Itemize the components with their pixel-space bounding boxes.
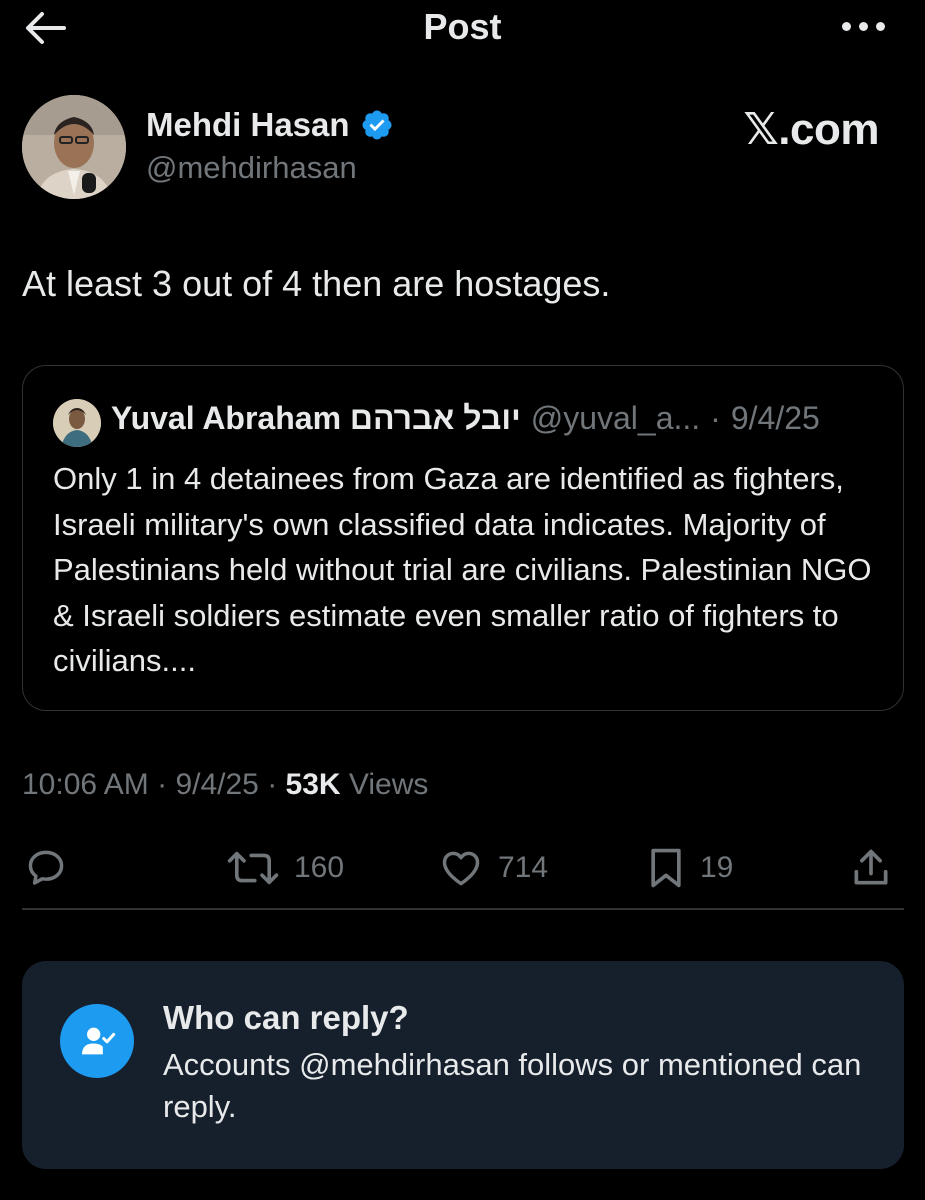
person-check-glyph <box>82 1027 116 1055</box>
post-meta: 10:06 AM · 9/4/25 · 53K Views <box>22 768 428 802</box>
watermark: 𝕏.com <box>743 105 879 154</box>
page-title: Post <box>423 6 502 47</box>
more-dot <box>859 22 868 31</box>
like-count: 714 <box>498 851 549 884</box>
post-time: 10:06 AM <box>22 768 149 801</box>
meta-separator: · <box>258 768 286 801</box>
post-text: At least 3 out of 4 then are hostages. <box>22 263 611 304</box>
bookmark-icon <box>651 848 681 888</box>
retweet-icon <box>227 851 279 885</box>
quoted-text: Only 1 in 4 detainees from Gaza are iden… <box>53 461 872 678</box>
bookmark-button[interactable]: 19 <box>646 840 733 896</box>
divider <box>22 908 904 910</box>
reply-bubble-icon <box>28 850 64 885</box>
top-bar: Post <box>0 0 925 56</box>
heart-icon <box>442 851 480 886</box>
reply-button[interactable] <box>24 840 68 896</box>
more-dot <box>876 22 885 31</box>
avatar-image <box>22 95 126 199</box>
verified-badge-icon <box>362 110 392 140</box>
quoted-author-handle: @yuval_a... <box>530 400 701 436</box>
quoted-separator: · <box>710 400 721 436</box>
more-options-button[interactable] <box>842 22 885 31</box>
reply-restriction-card: Who can reply? Accounts @mehdirhasan fol… <box>22 961 904 1169</box>
author-name-row[interactable]: Mehdi Hasan <box>146 106 394 144</box>
share-icon <box>854 849 888 885</box>
action-bar: 160 714 19 <box>0 840 925 896</box>
retweet-count: 160 <box>294 851 345 884</box>
share-button[interactable] <box>848 840 894 896</box>
like-button[interactable]: 714 <box>438 840 548 896</box>
person-check-icon <box>60 1004 134 1078</box>
quoted-header: Yuval Abraham יובל אברהם @yuval_a... · 9… <box>111 400 820 437</box>
reply-restriction-title: Who can reply? <box>163 999 409 1036</box>
views-count[interactable]: 53K <box>286 768 341 801</box>
quoted-author-avatar <box>53 399 101 447</box>
more-horizontal-icon <box>842 22 851 31</box>
meta-separator: · <box>148 768 176 801</box>
author-avatar[interactable] <box>22 95 126 199</box>
quoted-avatar-image <box>53 399 101 447</box>
quoted-date: 9/4/25 <box>730 400 820 436</box>
author-handle[interactable]: @mehdirhasan <box>146 150 357 186</box>
author-name[interactable]: Mehdi Hasan <box>146 106 350 144</box>
retweet-button[interactable]: 160 <box>226 840 344 896</box>
bookmark-count: 19 <box>700 851 734 884</box>
quoted-post-card[interactable]: Yuval Abraham יובל אברהם @yuval_a... · 9… <box>22 365 904 711</box>
post-date: 9/4/25 <box>175 768 259 801</box>
quoted-author-name: Yuval Abraham יובל אברהם <box>111 400 521 436</box>
reply-restriction-description: Accounts @mehdirhasan follows or mention… <box>163 1047 862 1124</box>
views-label: Views <box>340 768 429 801</box>
